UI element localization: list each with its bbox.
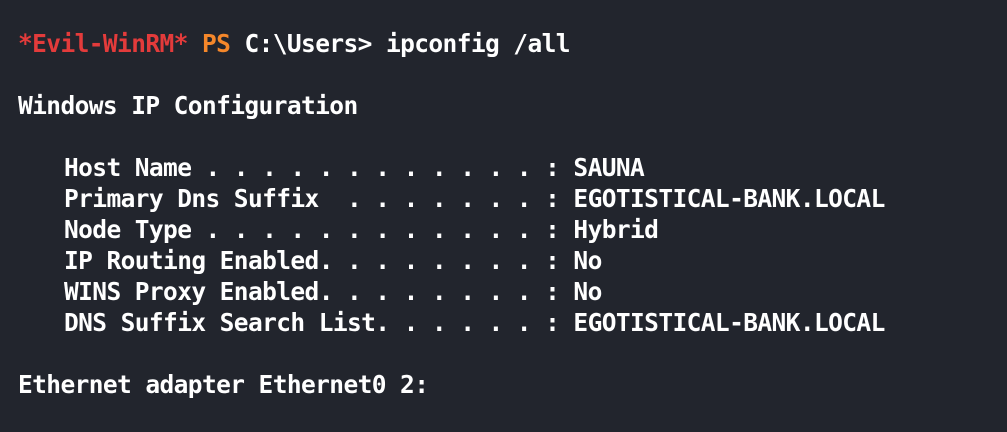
- output-entry-primary-dns-suffix: Primary Dns Suffix . . . . . . . : EGOTI…: [64, 183, 885, 214]
- output-entry-node-type: Node Type . . . . . . . . . . . . : Hybr…: [64, 214, 659, 245]
- terminal-window[interactable]: *Evil-WinRM* PS C:\Users> ipconfig /all …: [0, 0, 1007, 432]
- entry-value: EGOTISTICAL-BANK.LOCAL: [573, 308, 885, 337]
- entry-label: Node Type . . . . . . . . . . . . :: [64, 215, 560, 244]
- prompt-tag: *Evil-WinRM*: [18, 29, 188, 58]
- entry-value: SAUNA: [573, 153, 645, 182]
- prompt-line: *Evil-WinRM* PS C:\Users> ipconfig /all: [18, 28, 571, 59]
- output-entry-ip-routing: IP Routing Enabled. . . . . . . . : No: [64, 245, 602, 276]
- output-entry-host-name: Host Name . . . . . . . . . . . . : SAUN…: [64, 152, 645, 183]
- output-header: Windows IP Configuration: [18, 91, 358, 120]
- entry-label: Primary Dns Suffix . . . . . . . :: [64, 184, 560, 213]
- command-text: ipconfig /all: [385, 29, 571, 58]
- entry-value: EGOTISTICAL-BANK.LOCAL: [573, 184, 885, 213]
- entry-label: IP Routing Enabled. . . . . . . . :: [64, 246, 560, 275]
- prompt-path: C:\Users>: [244, 29, 372, 58]
- entry-value: Hybrid: [573, 215, 659, 244]
- entry-value: No: [573, 246, 602, 275]
- adapter-header: Ethernet adapter Ethernet0 2:: [18, 370, 429, 399]
- output-entry-wins-proxy: WINS Proxy Enabled. . . . . . . . : No: [64, 276, 602, 307]
- entry-label: Host Name . . . . . . . . . . . . :: [64, 153, 560, 182]
- shell-indicator: PS: [201, 29, 231, 58]
- output-entry-dns-suffix-search-list: DNS Suffix Search List. . . . . . : EGOT…: [64, 307, 885, 338]
- entry-label: DNS Suffix Search List. . . . . . :: [64, 308, 560, 337]
- entry-value: No: [573, 277, 602, 306]
- entry-label: WINS Proxy Enabled. . . . . . . . :: [64, 277, 560, 306]
